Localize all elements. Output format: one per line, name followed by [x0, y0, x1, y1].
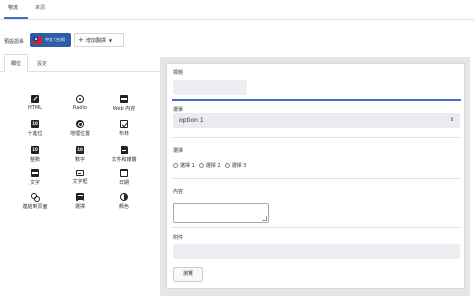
add-translation-button[interactable]: + 增加翻譯 ▼	[74, 33, 124, 47]
palette-item-label: 日期	[118, 180, 129, 186]
palette-item-documents-media[interactable]: 文件和媒體	[99, 146, 149, 165]
tab-fields[interactable]: 欄位	[4, 54, 28, 72]
palette-item-label: 布林	[118, 131, 129, 137]
radio-field-label: 選擇	[173, 148, 184, 154]
link-icon	[31, 193, 40, 202]
builder-tabs: 欄位 設定	[0, 54, 160, 72]
title-field-label: 標題	[173, 70, 184, 76]
radio-button[interactable]	[224, 162, 230, 168]
palette-item-geolocation[interactable]: 地理位置	[55, 120, 105, 139]
palette-item-label: 數字	[74, 157, 85, 163]
text-icon	[31, 169, 39, 177]
radio-button[interactable]	[198, 162, 204, 168]
palette-item-label: 顏色	[118, 204, 129, 210]
language-selector-button[interactable]: 中文 (台灣)	[30, 33, 71, 47]
divider	[172, 178, 461, 179]
attachment-field-label: 附件	[173, 235, 184, 241]
default-language-label: 預設語系	[4, 39, 25, 45]
globe-icon	[76, 120, 84, 128]
radio-option-label: 選擇 1	[180, 162, 195, 169]
palette-item-label: Radio	[72, 105, 88, 111]
palette-item-label: 文件和媒體	[111, 157, 137, 163]
palette-item-color[interactable]: 顏色	[99, 193, 149, 212]
active-tab-indicator	[4, 17, 28, 19]
palette-item-boolean[interactable]: 布林	[99, 120, 149, 139]
palette-item-decimal[interactable]: 10 十進位	[10, 120, 60, 139]
calendar-icon	[120, 169, 128, 177]
top-tabs: 物流 來源	[0, 0, 474, 20]
content-textarea[interactable]	[173, 203, 269, 223]
palette-item-label: 文字	[29, 180, 40, 186]
palette-item-label: 文字框	[72, 179, 88, 185]
select-arrows-icon: ⇕	[449, 117, 454, 123]
palette-item-text[interactable]: 文字	[10, 169, 60, 188]
radio-option-label: 選擇 2	[205, 162, 221, 169]
divider	[172, 137, 461, 138]
file-icon	[120, 146, 128, 154]
tab-source[interactable]: 來源	[35, 4, 45, 11]
selected-field-indicator	[172, 99, 461, 101]
palette-item-label: 選擇	[74, 204, 85, 210]
title-input[interactable]	[173, 80, 247, 95]
radio-icon	[76, 95, 84, 103]
radio-group: 選擇 1 選擇 2 選擇 3	[173, 161, 373, 169]
palette-item-label: 地理位置	[69, 131, 90, 137]
pencil-icon	[31, 95, 39, 103]
palette-item-date[interactable]: 日期	[99, 169, 149, 188]
select-value: option 1	[179, 117, 204, 124]
tab-settings[interactable]: 設定	[32, 54, 52, 72]
radio-option-3[interactable]: 選擇 3	[224, 162, 247, 169]
palette-item-integer[interactable]: 10 整數	[10, 146, 60, 165]
add-translation-label: 增加翻譯	[85, 37, 106, 44]
divider	[172, 227, 461, 228]
palette-item-select[interactable]: 選擇	[55, 193, 105, 212]
radio-button[interactable]	[173, 162, 178, 168]
attachment-input[interactable]	[173, 244, 460, 259]
palette-item-link-to-page[interactable]: 連結到頁面	[10, 193, 60, 212]
language-name: 中文 (台灣)	[45, 37, 66, 42]
number-icon: 10	[31, 120, 39, 128]
palette-item-label: 連結到頁面	[22, 204, 48, 210]
menu-icon	[76, 193, 84, 201]
taiwan-flag-icon	[33, 36, 42, 44]
radio-option-1[interactable]: 選擇 1	[173, 162, 195, 169]
chevron-down-icon: ▼	[108, 37, 112, 43]
form-builder: 物流 來源 預設語系 中文 (台灣) + 增加翻譯 ▼ 欄位 設定 HTML R…	[0, 0, 474, 298]
form-preview-card: 標題 選單 option 1 ⇕ 選擇 選擇 1 選擇 2 選擇 3 內容 附件…	[166, 63, 465, 289]
plus-icon: +	[78, 35, 84, 44]
form-preview-panel: 標題 選單 option 1 ⇕ 選擇 選擇 1 選擇 2 選擇 3 內容 附件…	[160, 57, 470, 296]
radio-option-2[interactable]: 選擇 2	[198, 162, 221, 169]
radio-option-label: 選擇 3	[231, 162, 247, 169]
palette-item-html[interactable]: HTML	[10, 95, 60, 114]
checkbox-icon	[120, 120, 128, 128]
palette-item-label: Web 內容	[112, 106, 136, 112]
palette-item-label: 整數	[29, 157, 40, 163]
palette-item-radio[interactable]: Radio	[55, 95, 105, 114]
palette-item-label: 十進位	[27, 131, 43, 137]
number-icon: 10	[31, 146, 39, 154]
palette-item-text-box[interactable]: 文字框	[55, 169, 105, 188]
content-field-label: 內容	[173, 189, 184, 195]
palette-item-web-content[interactable]: Web 內容	[99, 95, 149, 114]
palette-item-label: HTML	[28, 105, 42, 111]
tab-logistics[interactable]: 物流	[8, 4, 18, 11]
browse-button[interactable]: 瀏覽	[173, 267, 203, 282]
text-box-icon	[76, 170, 84, 176]
color-icon	[120, 193, 128, 201]
web-content-icon	[120, 95, 128, 103]
select-field-label: 選單	[173, 107, 184, 113]
number-icon: 10	[76, 146, 84, 154]
option-select[interactable]: option 1 ⇕	[173, 113, 460, 128]
palette-item-number[interactable]: 10 數字	[55, 146, 105, 165]
